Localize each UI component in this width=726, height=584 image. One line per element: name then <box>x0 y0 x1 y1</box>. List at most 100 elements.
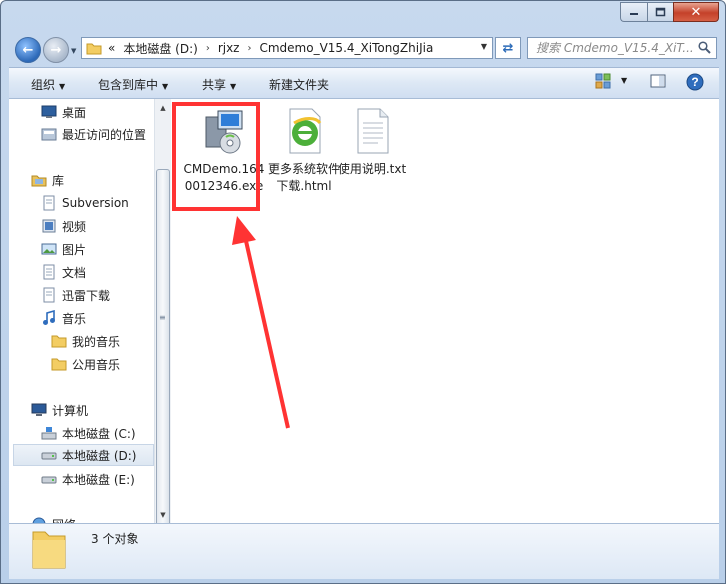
sidebar-item-label: 我的音乐 <box>72 334 121 349</box>
sidebar-item-label: 本地磁盘 (C:) <box>62 426 136 441</box>
arrow-left-icon: ← <box>22 42 34 58</box>
folder-icon <box>86 43 102 55</box>
recent-places-icon <box>41 128 57 141</box>
sidebar-item-public-music[interactable]: 公用音乐 <box>51 353 120 375</box>
sidebar-item-desktop[interactable]: 桌面 <box>41 101 86 123</box>
breadcrumb-segment[interactable]: 本地磁盘 (D:) <box>123 40 197 57</box>
document-library-icon <box>43 195 55 211</box>
sidebar-item-subversion[interactable]: Subversion <box>41 192 129 214</box>
document-library-icon <box>43 287 55 303</box>
sidebar-item-label: 本地磁盘 (D:) <box>62 448 137 463</box>
view-dropdown[interactable]: ▼ <box>621 76 627 85</box>
html-browser-icon <box>289 108 322 154</box>
help-button[interactable]: ? <box>686 73 704 94</box>
organize-label: 组织 <box>31 78 56 92</box>
item-count: 3 个对象 <box>91 532 139 546</box>
text-file-icon <box>357 108 389 154</box>
address-bar[interactable]: « 本地磁盘 (D:) › rjxz › Cmdemo_V15.4_XiTong… <box>81 37 493 59</box>
music-library-icon <box>43 310 55 325</box>
sidebar-item-label: Subversion <box>62 196 129 210</box>
explorer-window: ✕ ← → ▼ « 本地磁盘 (D:) › rjxz › Cmdemo_V15.… <box>0 0 726 584</box>
preview-pane-button[interactable] <box>650 73 666 92</box>
sidebar-item-drive-c[interactable]: 本地磁盘 (C:) <box>41 422 136 444</box>
library-icon <box>31 175 47 187</box>
sidebar-item-label: 公用音乐 <box>72 357 121 372</box>
navigation-scrollbar[interactable]: ▲ ≡ ▼ <box>154 99 171 529</box>
sidebar-item-drive-d[interactable]: 本地磁盘 (D:) <box>13 444 154 466</box>
maximize-button[interactable] <box>647 2 673 22</box>
command-bar: 组织 ▼ 包含到库中 ▼ 共享 ▼ 新建文件夹 ▼ ? <box>9 67 719 99</box>
include-in-library-menu[interactable]: 包含到库中 ▼ <box>98 76 168 93</box>
drive-icon <box>41 476 57 484</box>
sidebar-item-network[interactable]: 网络 <box>31 513 76 523</box>
sidebar-item-label: 库 <box>52 173 65 188</box>
new-folder-label: 新建文件夹 <box>269 78 330 92</box>
share-label: 共享 <box>202 78 227 92</box>
help-icon: ? <box>686 73 704 91</box>
highlight-box <box>172 102 260 211</box>
preview-pane-icon <box>650 74 666 88</box>
organize-menu[interactable]: 组织 ▼ <box>31 76 65 93</box>
view-options-icon <box>595 73 611 89</box>
sidebar-item-libraries[interactable]: 库 <box>31 169 64 191</box>
chevron-down-icon: ▼ <box>162 82 169 91</box>
sidebar-item-thunder-downloads[interactable]: 迅雷下载 <box>41 284 110 306</box>
minimize-button[interactable] <box>620 2 647 22</box>
new-folder-button[interactable]: 新建文件夹 <box>269 76 329 93</box>
navigation-pane: 桌面 最近访问的位置 库 Subversion 视频 图片 文档 迅雷下载 音乐… <box>9 99 154 523</box>
sidebar-item-drive-e[interactable]: 本地磁盘 (E:) <box>41 468 135 490</box>
back-button[interactable]: ← <box>15 37 41 63</box>
drive-icon <box>41 452 57 460</box>
chevron-down-icon: ▼ <box>59 82 66 91</box>
sidebar-item-pictures[interactable]: 图片 <box>41 238 86 260</box>
scroll-thumb[interactable] <box>156 169 170 529</box>
sidebar-item-music[interactable]: 音乐 <box>41 307 86 329</box>
sidebar-item-label: 迅雷下载 <box>62 288 111 303</box>
search-input[interactable] <box>536 41 696 55</box>
breadcrumb-segment[interactable]: rjxz <box>218 41 240 55</box>
sidebar-item-computer[interactable]: 计算机 <box>31 399 88 421</box>
system-drive-icon <box>41 427 57 440</box>
details-pane: 3 个对象 <box>9 523 719 579</box>
include-library-label: 包含到库中 <box>98 78 159 92</box>
sidebar-item-label: 桌面 <box>62 105 87 120</box>
folder-icon <box>32 531 66 569</box>
share-menu[interactable]: 共享 ▼ <box>202 76 236 93</box>
minimize-icon <box>630 13 638 15</box>
refresh-icon: ⇄ <box>502 40 514 56</box>
file-item[interactable]: 使用说明.txt <box>331 107 413 178</box>
close-icon: ✕ <box>690 4 702 20</box>
caption-buttons: ✕ <box>620 2 719 22</box>
address-overflow[interactable]: « <box>108 41 115 55</box>
chevron-down-icon[interactable]: ▼ <box>481 42 487 51</box>
video-library-icon <box>42 219 56 233</box>
document-library-icon <box>43 264 55 280</box>
change-view-button[interactable] <box>595 73 611 92</box>
recent-pages-dropdown[interactable]: ▼ <box>71 47 76 55</box>
arrow-right-icon: → <box>50 42 62 58</box>
sidebar-item-documents[interactable]: 文档 <box>41 261 86 283</box>
sidebar-item-my-music[interactable]: 我的音乐 <box>51 330 120 352</box>
forward-button[interactable]: → <box>43 37 69 63</box>
refresh-button[interactable]: ⇄ <box>495 37 521 59</box>
breadcrumb-separator[interactable]: › <box>247 43 251 54</box>
breadcrumb-separator[interactable]: › <box>206 43 210 54</box>
sidebar-item-videos[interactable]: 视频 <box>41 215 86 237</box>
folder-icon <box>51 358 67 371</box>
scroll-up-button[interactable]: ▲ <box>155 99 171 116</box>
search-box[interactable] <box>527 37 717 59</box>
sidebar-item-label: 计算机 <box>52 403 89 418</box>
folder-icon <box>51 335 67 348</box>
sidebar-item-label: 最近访问的位置 <box>62 127 147 142</box>
network-icon <box>32 517 46 523</box>
file-name: 使用说明.txt <box>337 162 407 176</box>
svg-text:?: ? <box>691 75 698 89</box>
close-button[interactable]: ✕ <box>673 2 719 22</box>
breadcrumb-segment[interactable]: Cmdemo_V15.4_XiTongZhiJia <box>259 41 433 55</box>
picture-library-icon <box>41 243 57 255</box>
sidebar-item-label: 视频 <box>62 219 87 234</box>
scroll-down-button[interactable]: ▼ <box>155 506 171 523</box>
sidebar-item-recent-places[interactable]: 最近访问的位置 <box>41 123 146 145</box>
search-icon[interactable] <box>698 41 711 54</box>
maximize-icon <box>655 7 666 17</box>
